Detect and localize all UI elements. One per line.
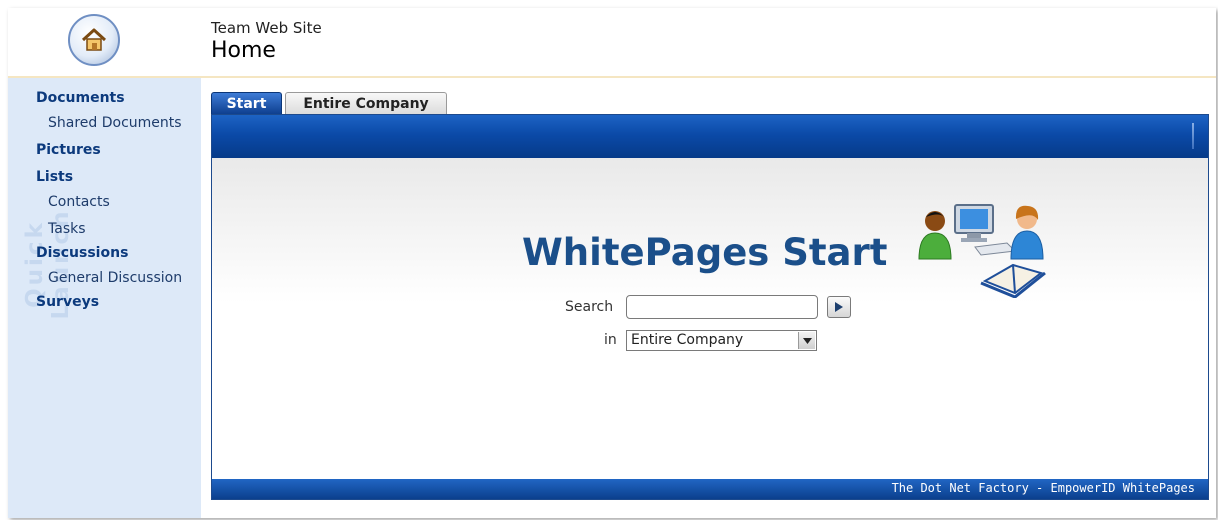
quick-launch-nav: Quick Launch Documents Shared Documents … <box>8 78 201 518</box>
tab-entire-company[interactable]: Entire Company <box>285 92 447 114</box>
nav-tasks[interactable]: Tasks <box>36 221 182 245</box>
nav-pictures[interactable]: Pictures <box>36 142 182 169</box>
search-input[interactable] <box>626 295 818 319</box>
scope-label: in <box>604 332 617 348</box>
whitepages-title: WhitePages Start <box>522 231 888 274</box>
people-directory-icon <box>918 204 1046 298</box>
nav-shared-documents[interactable]: Shared Documents <box>36 115 182 142</box>
nav-contacts[interactable]: Contacts <box>36 194 182 221</box>
nav-surveys[interactable]: Surveys <box>36 294 182 319</box>
footer-credit: The Dot Net Factory - EmpowerID WhitePag… <box>891 481 1195 495</box>
nav-lists[interactable]: Lists <box>36 169 182 194</box>
nav-discussions[interactable]: Discussions <box>36 245 182 270</box>
tab-start[interactable]: Start <box>211 92 282 114</box>
scope-selected-value: Entire Company <box>631 332 744 348</box>
home-logo[interactable] <box>68 14 120 66</box>
play-arrow-icon <box>835 302 843 312</box>
search-go-button[interactable] <box>827 296 851 318</box>
nav-general-discussion[interactable]: General Discussion <box>36 270 182 294</box>
app-window: Team Web Site Home Quick Launch Document… <box>8 8 1216 518</box>
site-name[interactable]: Team Web Site <box>211 19 322 37</box>
search-label: Search <box>565 299 614 315</box>
page-title: Home <box>211 38 276 63</box>
scope-dropdown[interactable]: Entire Company <box>626 330 817 351</box>
quick-launch-list: Documents Shared Documents Pictures List… <box>36 90 182 319</box>
dropdown-arrow-icon[interactable] <box>798 332 815 349</box>
panel-body: WhitePages Start Search in Entire Compan… <box>212 158 1208 481</box>
toolbar-separator <box>1192 123 1194 149</box>
whitepages-panel: WhitePages Start Search in Entire Compan… <box>211 114 1209 500</box>
nav-documents[interactable]: Documents <box>36 90 182 115</box>
site-header: Team Web Site Home <box>8 8 1216 78</box>
home-icon <box>81 28 107 51</box>
panel-toolbar <box>212 115 1208 158</box>
panel-footer: The Dot Net Factory - EmpowerID WhitePag… <box>212 479 1208 499</box>
